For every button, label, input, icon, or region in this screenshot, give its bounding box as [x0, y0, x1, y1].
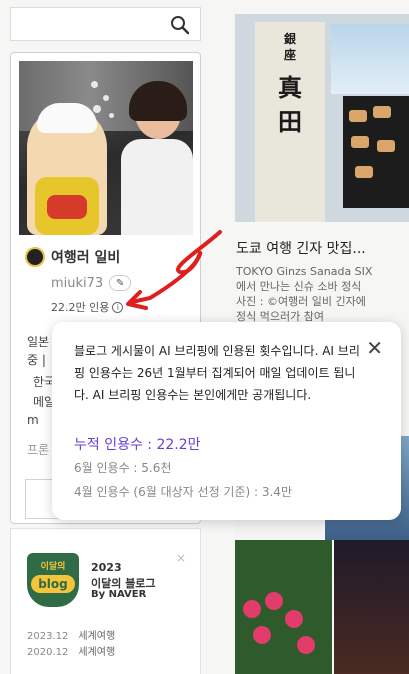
post-thumbnail[interactable]: 銀 座 真 田	[235, 14, 409, 222]
june-citations: 6월 인용수 : 5.6천	[74, 461, 172, 475]
april-citations: 4월 인용수 (6월 대상자 선정 기준) : 3.4만	[74, 485, 292, 499]
post-description: TOKYO Ginzs Sanada SIX 에서 만나는 신슈 소바 정식 사…	[236, 265, 373, 323]
citation-info-tooltip: 블로그 게시물이 AI 브리핑에 인용된 횟수입니다. AI 브리핑 인용수는 …	[52, 322, 401, 520]
info-icon[interactable]: i	[112, 301, 124, 313]
search-box[interactable]	[10, 7, 201, 41]
badge-by: By NAVER	[91, 589, 147, 600]
intro-fragment: m	[27, 413, 39, 427]
award-row: 2023.12 세계여행	[27, 631, 116, 642]
award-row: 2020.12 세계여행	[27, 647, 116, 658]
tooltip-message: 블로그 게시물이 AI 브리핑에 인용된 횟수입니다. AI 브리핑 인용수는 …	[74, 344, 360, 402]
citation-count-text: 22.2만 인용	[51, 301, 110, 314]
intro-fragment: 중 |	[27, 353, 46, 367]
avatar	[25, 247, 45, 267]
blog-title[interactable]: 여행러 일비	[25, 247, 120, 267]
intro-fragment: 프론	[27, 443, 50, 457]
close-icon[interactable]: ×	[176, 551, 186, 565]
badge-year: 2023	[91, 561, 122, 574]
user-id-row: miuki73 ✎	[51, 275, 132, 291]
search-icon[interactable]	[170, 15, 190, 35]
user-id: miuki73	[51, 275, 104, 291]
close-icon[interactable]: ✕	[366, 336, 383, 360]
intro-fragment: 일본	[27, 335, 50, 349]
citation-count[interactable]: 22.2만 인용 i	[51, 299, 124, 315]
edit-icon[interactable]: ✎	[109, 275, 132, 291]
monthly-blog-badge-icon: 이달의 blog	[27, 553, 79, 607]
profile-photo[interactable]	[19, 61, 193, 235]
post-title[interactable]: 도쿄 여행 긴자 맛집...	[236, 238, 366, 258]
monthly-blog-badge-card: 이달의 blog 2023 이달의 블로그 By NAVER × 2023.12…	[10, 528, 201, 674]
post-thumbnail[interactable]	[235, 540, 409, 674]
total-citations: 누적 인용수 : 22.2만	[74, 437, 201, 453]
blog-name[interactable]: 여행러 일비	[51, 247, 120, 267]
